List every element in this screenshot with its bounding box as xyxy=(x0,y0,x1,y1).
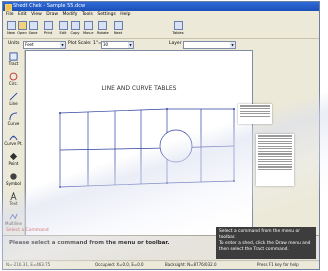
toolbar: New Open Save Print Edit Copy Mov.e Rota… xyxy=(3,19,319,39)
tool-symbol[interactable]: Symbol xyxy=(4,171,23,189)
move-button[interactable]: Mov.e xyxy=(83,20,94,37)
menu-modify[interactable]: Modify xyxy=(62,12,77,17)
text-icon xyxy=(10,192,17,201)
copy-button[interactable]: Copy xyxy=(70,20,80,37)
printer-icon xyxy=(43,21,53,30)
help-box: Select a command from the menu or toolba… xyxy=(216,227,316,259)
menu-edit[interactable]: Edit xyxy=(18,12,27,17)
tool-multiline[interactable]: Multiline xyxy=(4,211,23,229)
tool-curve-pt[interactable]: Curve Pt. xyxy=(4,131,23,149)
chevron-down-icon: ▼ xyxy=(60,42,65,48)
tract-icon xyxy=(9,52,18,61)
parcel-outline xyxy=(59,108,235,188)
units-dropdown[interactable]: Feet ▼ xyxy=(23,41,66,49)
curve-point-icon xyxy=(9,135,18,141)
cul-de-sac xyxy=(159,129,193,163)
layer-label: Layer xyxy=(169,41,182,46)
title-bar: Shedt Chek - Sample 55.dcw xyxy=(3,2,319,11)
new-file-icon xyxy=(6,21,16,30)
menu-file[interactable]: File xyxy=(6,12,14,17)
line-icon xyxy=(9,92,18,101)
status-help-hint: Press F1 key for help xyxy=(257,262,299,267)
drawing-canvas[interactable]: LINE AND CURVE TABLES xyxy=(25,50,253,236)
tool-text[interactable]: Text xyxy=(4,191,23,209)
command-prompt: Please select a command from the menu or… xyxy=(9,240,170,246)
units-value: Feet xyxy=(25,42,34,47)
multiline-icon xyxy=(9,213,18,220)
move-icon xyxy=(83,21,93,30)
menu-bar: File Edit View Draw Modify Tools Setting… xyxy=(3,11,319,19)
help-line: then select the Tract command. xyxy=(219,247,289,252)
tool-line[interactable]: Line xyxy=(4,91,23,109)
folder-icon xyxy=(17,21,27,30)
command-header: Select a Command xyxy=(6,228,49,233)
window-title: Shedt Chek - Sample 55.dcw xyxy=(13,3,86,9)
lot-lines xyxy=(59,109,235,186)
menu-help[interactable]: Help xyxy=(120,12,130,17)
edit-icon xyxy=(58,21,68,30)
app-icon xyxy=(5,4,12,11)
symbol-icon xyxy=(10,173,17,180)
plot-scale-value: 30 xyxy=(103,42,109,47)
units-label: Units xyxy=(8,41,20,46)
tables-button[interactable]: Tables xyxy=(171,20,185,37)
menu-tools[interactable]: Tools xyxy=(82,12,93,17)
tool-tract[interactable]: Tract xyxy=(4,51,23,69)
tool-circ[interactable]: Circ. xyxy=(4,71,23,89)
menu-settings[interactable]: Settings xyxy=(97,12,115,17)
layer-dropdown[interactable]: ▼ xyxy=(183,41,236,49)
status-coords: N=-216.31, E=463.75 xyxy=(6,262,51,267)
next-icon xyxy=(113,21,123,30)
new-button[interactable]: New xyxy=(6,20,16,37)
chevron-down-icon: ▼ xyxy=(230,42,235,48)
next-button[interactable]: Next xyxy=(113,20,123,37)
table-icon xyxy=(173,21,183,30)
tool-point[interactable]: Point xyxy=(4,151,23,169)
tool-curve[interactable]: Curve xyxy=(4,111,23,129)
plot-scale-dropdown[interactable]: 30 ▼ xyxy=(101,41,134,49)
save-button[interactable]: Save xyxy=(28,20,38,37)
parcel-drawing xyxy=(59,108,235,188)
curve-icon xyxy=(9,112,18,121)
rotate-button[interactable]: Rotate xyxy=(97,20,109,37)
circle-icon xyxy=(9,72,18,81)
status-bar: N=-216.31, E=463.75 Occupied: X=0.0, E=0… xyxy=(3,260,319,269)
rotate-icon xyxy=(97,21,107,30)
draw-tools-panel: Tract Circ. Line Curve Curve Pt. Point S… xyxy=(3,50,25,236)
menu-draw[interactable]: Draw xyxy=(46,12,58,17)
help-line: Select a command from the menu or toolba… xyxy=(219,229,300,240)
menu-view[interactable]: View xyxy=(31,12,42,17)
status-backsight: Backsight: N=8776/032.0 xyxy=(165,262,217,267)
status-occupied: Occupied: X=0.0, E=0.0 xyxy=(95,262,144,267)
copy-icon xyxy=(70,21,80,30)
disk-icon xyxy=(28,21,38,30)
plot-scale-label: Plot Scale: 1"= xyxy=(68,41,102,46)
point-icon xyxy=(9,152,18,161)
open-button[interactable]: Open xyxy=(17,20,27,37)
print-button[interactable]: Print xyxy=(43,20,53,37)
chevron-down-icon: ▼ xyxy=(128,42,133,48)
edit-button[interactable]: Edit xyxy=(58,20,68,37)
options-bar: Units Feet ▼ Plot Scale: 1"= 30 ▼ Layer … xyxy=(3,39,319,49)
